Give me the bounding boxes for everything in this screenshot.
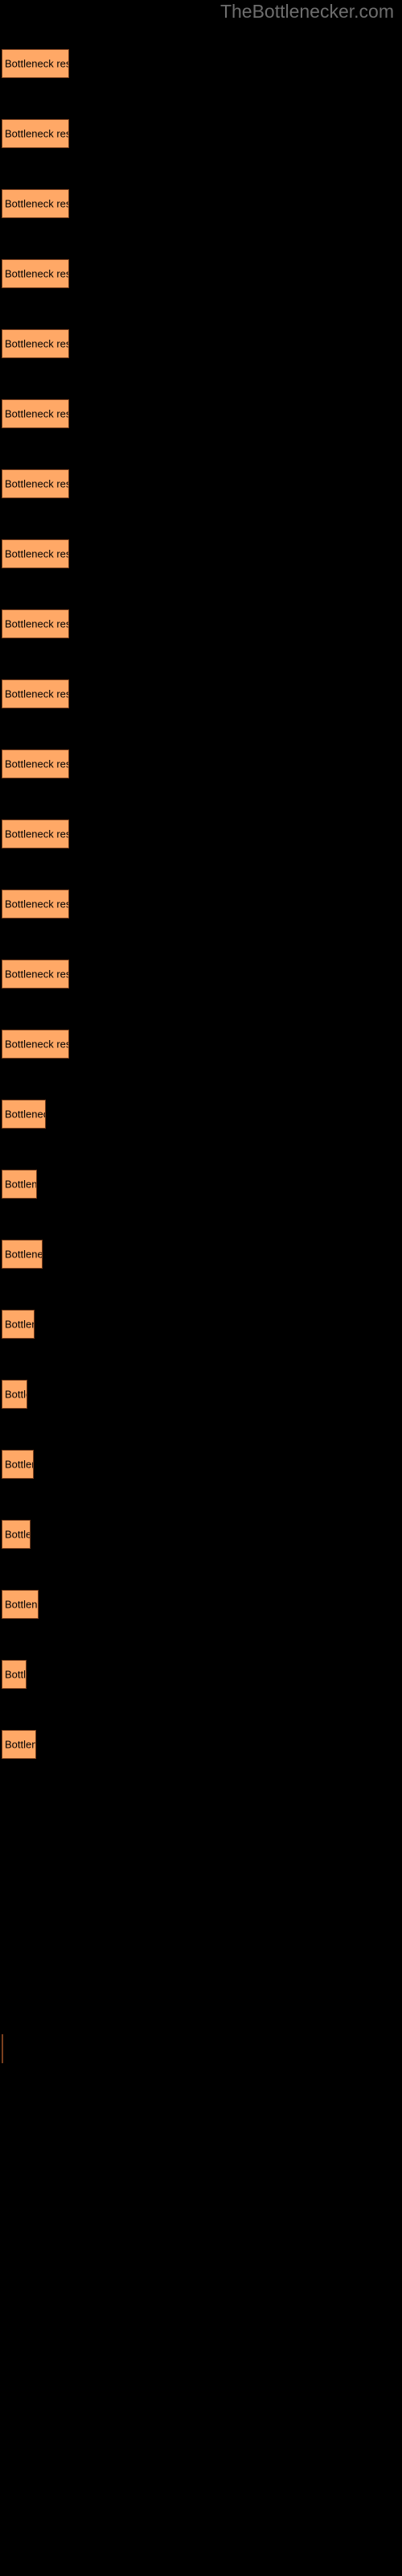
- bar-label: Bottleneck result: [5, 1318, 34, 1331]
- bar-14[interactable]: Bottleneck result: [2, 960, 69, 989]
- bar-15[interactable]: Bottleneck result: [2, 1030, 69, 1059]
- bar-label: Bottleneck result: [5, 1108, 45, 1121]
- bar-label: Bottleneck result: [5, 407, 68, 420]
- bar-10[interactable]: Bottleneck result: [2, 679, 69, 708]
- bar-label: Bottleneck result: [5, 337, 68, 350]
- bar-label: Bottleneck result: [5, 57, 68, 70]
- bar-6[interactable]: Bottleneck result: [2, 399, 69, 428]
- bar-label: Bottleneck result: [5, 197, 68, 210]
- bar-24[interactable]: Bottleneck result: [2, 1660, 27, 1689]
- bar-label: Bottleneck result: [5, 1038, 68, 1051]
- bar-8[interactable]: Bottleneck result: [2, 539, 69, 568]
- bar-26[interactable]: [2, 2034, 3, 2063]
- bar-13[interactable]: Bottleneck result: [2, 890, 69, 919]
- bar-label: Bottleneck result: [5, 1668, 27, 1681]
- bar-label: Bottleneck result: [5, 1388, 27, 1401]
- bar-23[interactable]: Bottleneck result: [2, 1590, 39, 1619]
- bar-5[interactable]: Bottleneck result: [2, 329, 69, 358]
- bar-19[interactable]: Bottleneck result: [2, 1310, 35, 1339]
- bar-label: Bottleneck result: [5, 968, 68, 980]
- bar-label: Bottleneck result: [5, 828, 68, 840]
- bar-22[interactable]: Bottleneck result: [2, 1520, 31, 1549]
- bar-7[interactable]: Bottleneck result: [2, 469, 69, 498]
- bottleneck-chart-root: TheBottlenecker.com Bottleneck resultBot…: [0, 0, 402, 2576]
- bar-3[interactable]: Bottleneck result: [2, 189, 69, 218]
- bar-2[interactable]: Bottleneck result: [2, 119, 69, 148]
- bar-label: Bottleneck result: [5, 758, 68, 770]
- bar-label: Bottleneck result: [5, 127, 68, 140]
- chart-plot-area: Bottleneck result Bottleneck result Bottle…: [0, 0, 402, 2576]
- bar-label: Bottleneck result: [5, 898, 68, 910]
- bar-18[interactable]: Bottleneck result: [2, 1240, 43, 1269]
- bar-label: Bottleneck result: [5, 1178, 37, 1191]
- bar-9[interactable]: Bottleneck result: [2, 609, 69, 638]
- bar-1[interactable]: Bottleneck result: [2, 49, 69, 78]
- bar-label: Bottleneck result: [5, 687, 68, 700]
- bar-16[interactable]: Bottleneck result: [2, 1100, 46, 1129]
- bar-label: Bottleneck result: [5, 1458, 33, 1471]
- bar-12[interactable]: Bottleneck result: [2, 819, 69, 848]
- bar-label: Bottleneck result: [5, 1738, 35, 1751]
- bar-21[interactable]: Bottleneck result: [2, 1450, 34, 1479]
- bar-label: Bottleneck result: [5, 547, 68, 560]
- bar-label: Bottleneck result: [5, 1598, 38, 1611]
- bar-label: Bottleneck result: [5, 267, 68, 280]
- bar-11[interactable]: Bottleneck result: [2, 749, 69, 778]
- bar-4[interactable]: Bottleneck result: [2, 259, 69, 288]
- bar-label: Bottleneck result: [5, 1248, 43, 1261]
- bar-label: Bottleneck result: [5, 617, 68, 630]
- bar-17[interactable]: Bottleneck result: [2, 1170, 37, 1199]
- bar-label: Bottleneck result: [5, 1528, 30, 1541]
- bar-label: Bottleneck result: [5, 477, 68, 490]
- bar-20[interactable]: Bottleneck result: [2, 1380, 27, 1409]
- bar-25[interactable]: Bottleneck result: [2, 1730, 36, 1759]
